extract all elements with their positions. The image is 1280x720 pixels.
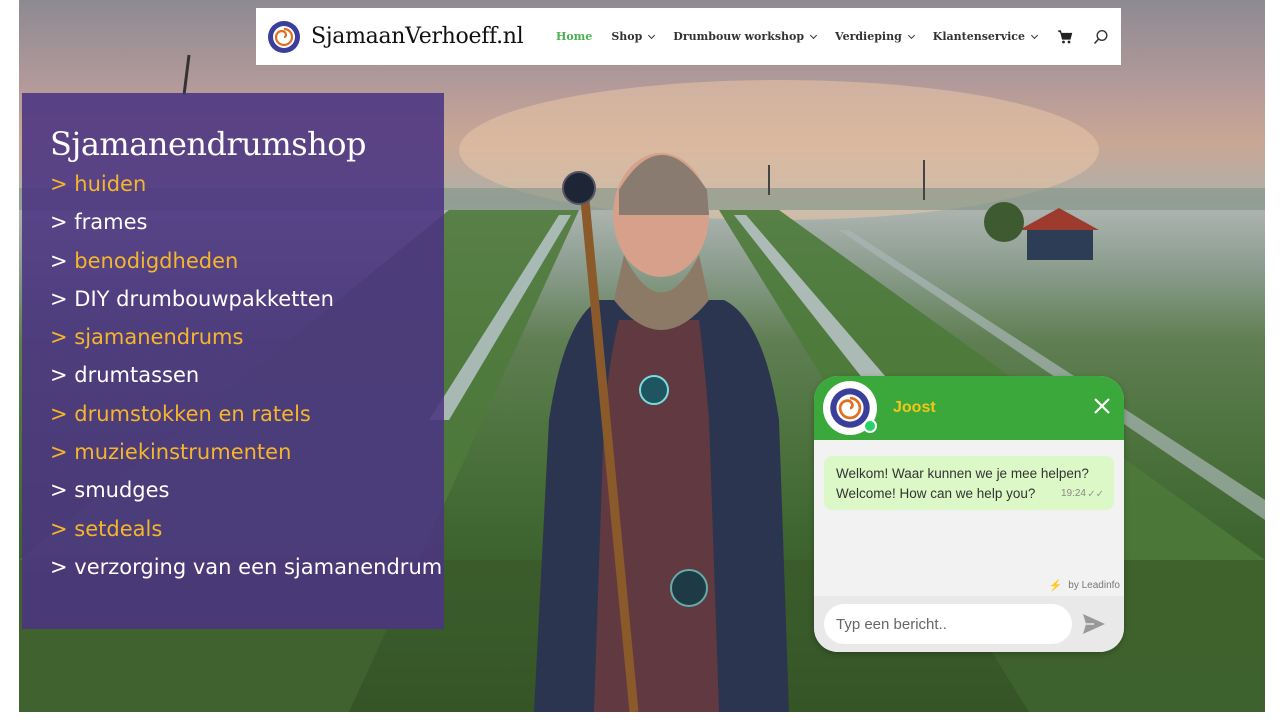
category-link-muziekinstrumenten[interactable]: > muziekinstrumenten bbox=[50, 433, 444, 471]
chevron-down-icon bbox=[1030, 31, 1039, 39]
nav-verdieping[interactable]: Verdieping bbox=[835, 30, 915, 43]
nav-shop[interactable]: Shop bbox=[611, 30, 656, 43]
category-link-diy-drumbouwpakketten[interactable]: > DIY drumbouwpakketten bbox=[50, 280, 444, 318]
nav-klantenservice[interactable]: Klantenservice bbox=[932, 30, 1039, 43]
cart-icon[interactable] bbox=[1057, 29, 1073, 45]
chevron-down-icon bbox=[810, 31, 818, 39]
whatsapp-icon bbox=[863, 419, 877, 433]
category-link-verzorging[interactable]: > verzorging van een sjamanendrum bbox=[50, 548, 444, 586]
chat-message-input[interactable] bbox=[824, 604, 1072, 644]
category-link-setdeals[interactable]: > setdeals bbox=[50, 510, 444, 548]
message-timestamp: 19:24 bbox=[1060, 488, 1086, 499]
double-check-icon: ✓✓ bbox=[1087, 489, 1104, 500]
category-panel: Sjamanendrumshop > huiden > frames > ben… bbox=[22, 93, 444, 629]
chat-widget: Joost Welkom! Waar kunnen we je mee help… bbox=[814, 376, 1124, 652]
close-icon[interactable] bbox=[1092, 396, 1112, 416]
site-name: SjamaanVerhoeff.nl bbox=[311, 24, 524, 49]
nav-home-label: Home bbox=[555, 30, 593, 43]
spiral-logo-icon bbox=[268, 20, 300, 53]
site-header: SjamaanVerhoeff.nl Home Shop Drumbouw wo… bbox=[256, 8, 1121, 65]
avatar bbox=[823, 381, 877, 435]
nav-verdieping-label: Verdieping bbox=[835, 30, 902, 43]
chat-message-line: Welkom! Waar kunnen we je mee helpen? bbox=[836, 466, 1089, 481]
chat-message-bubble: Welkom! Waar kunnen we je mee helpen? We… bbox=[824, 456, 1114, 510]
nav-klantenservice-label: Klantenservice bbox=[932, 30, 1025, 43]
powered-by-label: by Leadinfo bbox=[1068, 580, 1120, 591]
panel-title: Sjamanendrumshop bbox=[50, 125, 367, 163]
category-link-huiden[interactable]: > huiden bbox=[50, 165, 444, 203]
category-link-benodigdheden[interactable]: > benodigdheden bbox=[50, 242, 444, 280]
site-logo[interactable]: SjamaanVerhoeff.nl bbox=[267, 20, 524, 54]
send-icon[interactable] bbox=[1080, 610, 1108, 638]
category-link-drumstokken-en-ratels[interactable]: > drumstokken en ratels bbox=[50, 395, 444, 433]
chat-composer bbox=[814, 596, 1124, 652]
chevron-down-icon bbox=[648, 31, 656, 39]
search-icon[interactable] bbox=[1093, 29, 1109, 45]
nav-drumbouw-workshop-label: Drumbouw workshop bbox=[673, 30, 805, 43]
category-link-smudges[interactable]: > smudges bbox=[50, 471, 444, 509]
chevron-down-icon bbox=[907, 31, 915, 39]
category-link-sjamanendrums[interactable]: > sjamanendrums bbox=[50, 318, 444, 356]
nav-drumbouw-workshop[interactable]: Drumbouw workshop bbox=[673, 30, 818, 43]
chat-header: Joost bbox=[814, 376, 1124, 440]
nav-home[interactable]: Home bbox=[556, 30, 592, 43]
powered-by[interactable]: ⚡ by Leadinfo bbox=[1049, 579, 1120, 592]
chat-messages: Welkom! Waar kunnen we je mee helpen? We… bbox=[814, 440, 1124, 596]
category-link-frames[interactable]: > frames bbox=[50, 203, 444, 241]
lightning-icon: ⚡ bbox=[1048, 580, 1063, 592]
nav-shop-label: Shop bbox=[611, 30, 643, 43]
main-nav: Home Shop Drumbouw workshop Verdieping K… bbox=[537, 29, 1109, 45]
category-link-drumtassen[interactable]: > drumtassen bbox=[50, 356, 444, 394]
chat-agent-name: Joost bbox=[893, 399, 936, 416]
